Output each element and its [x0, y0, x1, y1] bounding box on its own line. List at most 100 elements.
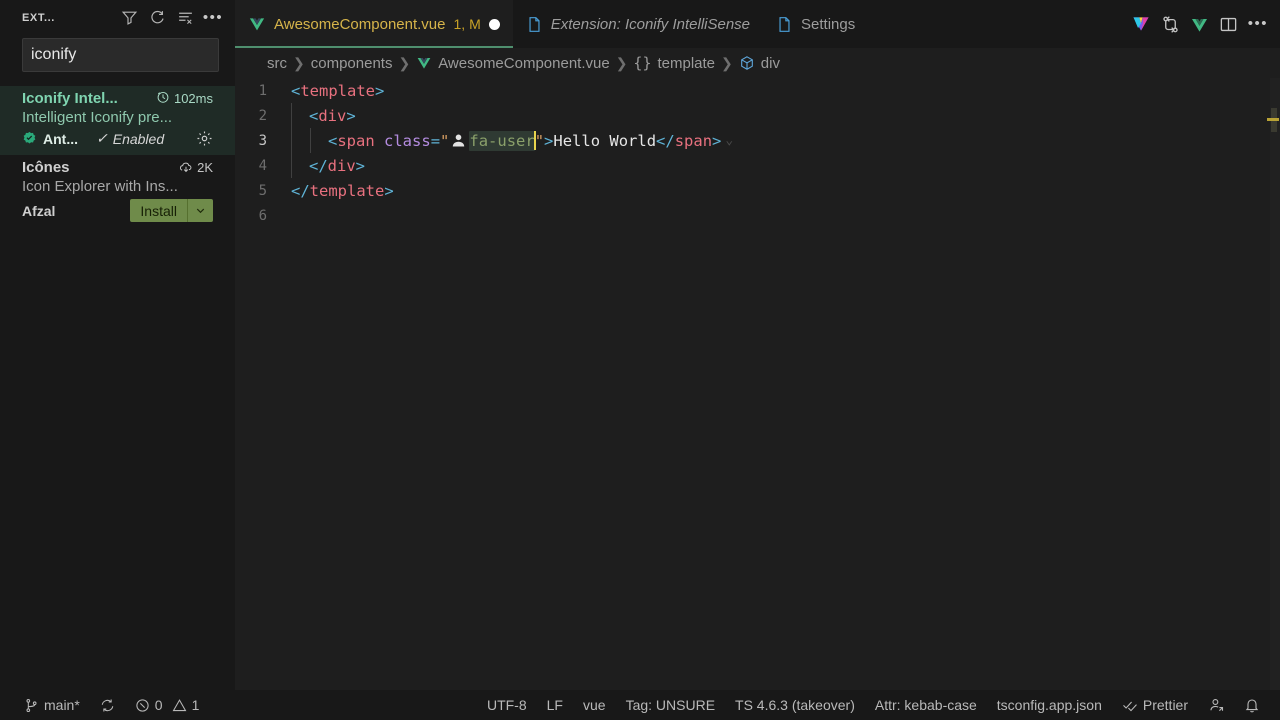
- chevron-right-icon: ❯: [616, 55, 628, 72]
- account-icon: [1208, 697, 1224, 713]
- token-bracket: >: [356, 157, 365, 175]
- more-actions-icon[interactable]: •••: [200, 5, 226, 31]
- token-bracket: </: [291, 182, 310, 200]
- tab-settings[interactable]: Settings: [763, 0, 868, 48]
- status-formatter[interactable]: Prettier: [1112, 690, 1198, 720]
- chevron-down-icon[interactable]: [187, 199, 213, 222]
- token-space: [375, 132, 384, 150]
- breadcrumb-item-div[interactable]: div: [739, 55, 780, 72]
- status-branch[interactable]: main*: [14, 690, 90, 720]
- token-text: Hello World: [553, 132, 656, 150]
- code-line: 1 <template>: [235, 78, 1266, 103]
- error-icon: [135, 698, 150, 713]
- status-problems[interactable]: 0 1: [125, 690, 210, 720]
- tab-extension-iconify-intellisense[interactable]: Extension: Iconify IntelliSense: [513, 0, 763, 48]
- search-input[interactable]: [31, 46, 238, 64]
- line-content: <template>: [291, 82, 384, 100]
- clear-filter-icon[interactable]: [172, 5, 198, 31]
- status-language-mode[interactable]: vue: [573, 690, 616, 720]
- status-typescript-version[interactable]: TS 4.6.3 (takeover): [725, 690, 865, 720]
- code-line: 4 </div>: [235, 153, 1266, 178]
- token-bracket: </: [309, 157, 328, 175]
- search-container: [0, 35, 235, 72]
- extension-list-item[interactable]: Icônes 2K Icon Explorer with Ins...: [0, 155, 235, 230]
- tab-label: AwesomeComponent.vue: [274, 16, 446, 33]
- status-account[interactable]: [1198, 690, 1234, 720]
- status-bar: main* 0: [0, 690, 1280, 720]
- status-sync[interactable]: [90, 690, 125, 720]
- token-bracket: >: [712, 132, 721, 150]
- dirty-indicator-icon[interactable]: [489, 19, 500, 30]
- editor-more-actions-icon[interactable]: •••: [1248, 20, 1268, 28]
- refresh-icon[interactable]: [144, 5, 170, 31]
- tab-label: Settings: [801, 16, 855, 33]
- file-icon: [526, 16, 543, 33]
- minimap[interactable]: [1270, 78, 1280, 690]
- filter-icon[interactable]: [116, 5, 142, 31]
- status-bar-left: main* 0: [0, 690, 209, 720]
- breadcrumb-item-file[interactable]: AwesomeComponent.vue: [416, 55, 610, 72]
- error-count: 0: [155, 697, 163, 713]
- status-eol[interactable]: LF: [537, 690, 573, 720]
- git-compare-icon[interactable]: [1161, 15, 1180, 34]
- status-tag[interactable]: Tag: UNSURE: [616, 690, 725, 720]
- breadcrumb-item-components[interactable]: components: [311, 55, 393, 72]
- extension-publisher: Ant...: [43, 131, 78, 147]
- install-button-group[interactable]: Install: [130, 199, 213, 222]
- editor-tabs: AwesomeComponent.vue 1, M Extension: Ico…: [235, 0, 1123, 48]
- token-tag: div: [318, 107, 346, 125]
- line-number: 5: [235, 183, 291, 199]
- sync-icon: [100, 698, 115, 713]
- extension-footer: Afzal Install: [22, 199, 213, 222]
- extension-list-item[interactable]: Iconify Intel... 102ms Intelligent Iconi…: [0, 86, 235, 155]
- tab-awesomecomponent-vue[interactable]: AwesomeComponent.vue 1, M: [235, 0, 513, 48]
- token-bracket: <: [291, 82, 300, 100]
- line-content: <div>: [291, 107, 356, 125]
- editor-tab-bar: AwesomeComponent.vue 1, M Extension: Ico…: [235, 0, 1280, 48]
- status-bar-right: UTF-8 LF vue Tag: UNSURE TS 4.6.3 (takeo…: [477, 690, 1280, 720]
- line-number: 2: [235, 108, 291, 124]
- code-editor[interactable]: 1 <template> 2 <div> 3 <span class="fa-u…: [235, 78, 1280, 690]
- breadcrumb-item-template[interactable]: {} template: [633, 54, 715, 72]
- sidebar-actions: •••: [116, 5, 226, 31]
- breadcrumb-label: src: [267, 55, 287, 72]
- status-attr-case[interactable]: Attr: kebab-case: [865, 690, 987, 720]
- split-editor-icon[interactable]: [1219, 15, 1238, 34]
- warning-count: 1: [192, 697, 200, 713]
- bell-icon: [1244, 697, 1260, 713]
- breadcrumb-item-src[interactable]: src: [267, 55, 287, 72]
- code-content[interactable]: 1 <template> 2 <div> 3 <span class="fa-u…: [235, 78, 1266, 690]
- token-bracket: >: [375, 82, 384, 100]
- gear-icon[interactable]: [196, 130, 213, 147]
- extension-activation-time: 102ms: [174, 91, 213, 106]
- token-tag: template: [310, 182, 385, 200]
- iconify-logo-icon[interactable]: [1131, 14, 1151, 34]
- status-notifications[interactable]: [1234, 690, 1270, 720]
- install-button[interactable]: Install: [130, 199, 187, 222]
- token-tag: span: [675, 132, 712, 150]
- editor-overview-ruler[interactable]: [1266, 78, 1280, 690]
- vue-preview-icon[interactable]: [1190, 15, 1209, 34]
- token-bracket: <: [309, 107, 318, 125]
- token-class-value: fa-user: [469, 132, 534, 150]
- search-box[interactable]: [22, 38, 219, 72]
- history-icon: [156, 90, 170, 107]
- indent-guide: [310, 128, 311, 153]
- vue-file-icon: [248, 15, 266, 33]
- line-number: 3: [235, 133, 291, 149]
- line-content: <span class="fa-user">Hello World</span>…: [291, 131, 733, 151]
- icon-name-selection: fa-user: [469, 131, 534, 151]
- token-tag: template: [300, 82, 375, 100]
- status-encoding[interactable]: UTF-8: [477, 690, 537, 720]
- indent-guide: [291, 103, 292, 128]
- tab-badge: 1, M: [454, 16, 481, 32]
- token-bracket: >: [346, 107, 355, 125]
- chevron-right-icon: ❯: [721, 55, 733, 72]
- extension-status: ✓ Enabled: [96, 130, 164, 147]
- status-tsconfig[interactable]: tsconfig.app.json: [987, 690, 1112, 720]
- token-bracket: >: [384, 182, 393, 200]
- line-number: 1: [235, 83, 291, 99]
- user-icon: [450, 132, 467, 149]
- code-line: 6: [235, 203, 1266, 228]
- extension-footer: Ant... ✓ Enabled: [22, 130, 213, 147]
